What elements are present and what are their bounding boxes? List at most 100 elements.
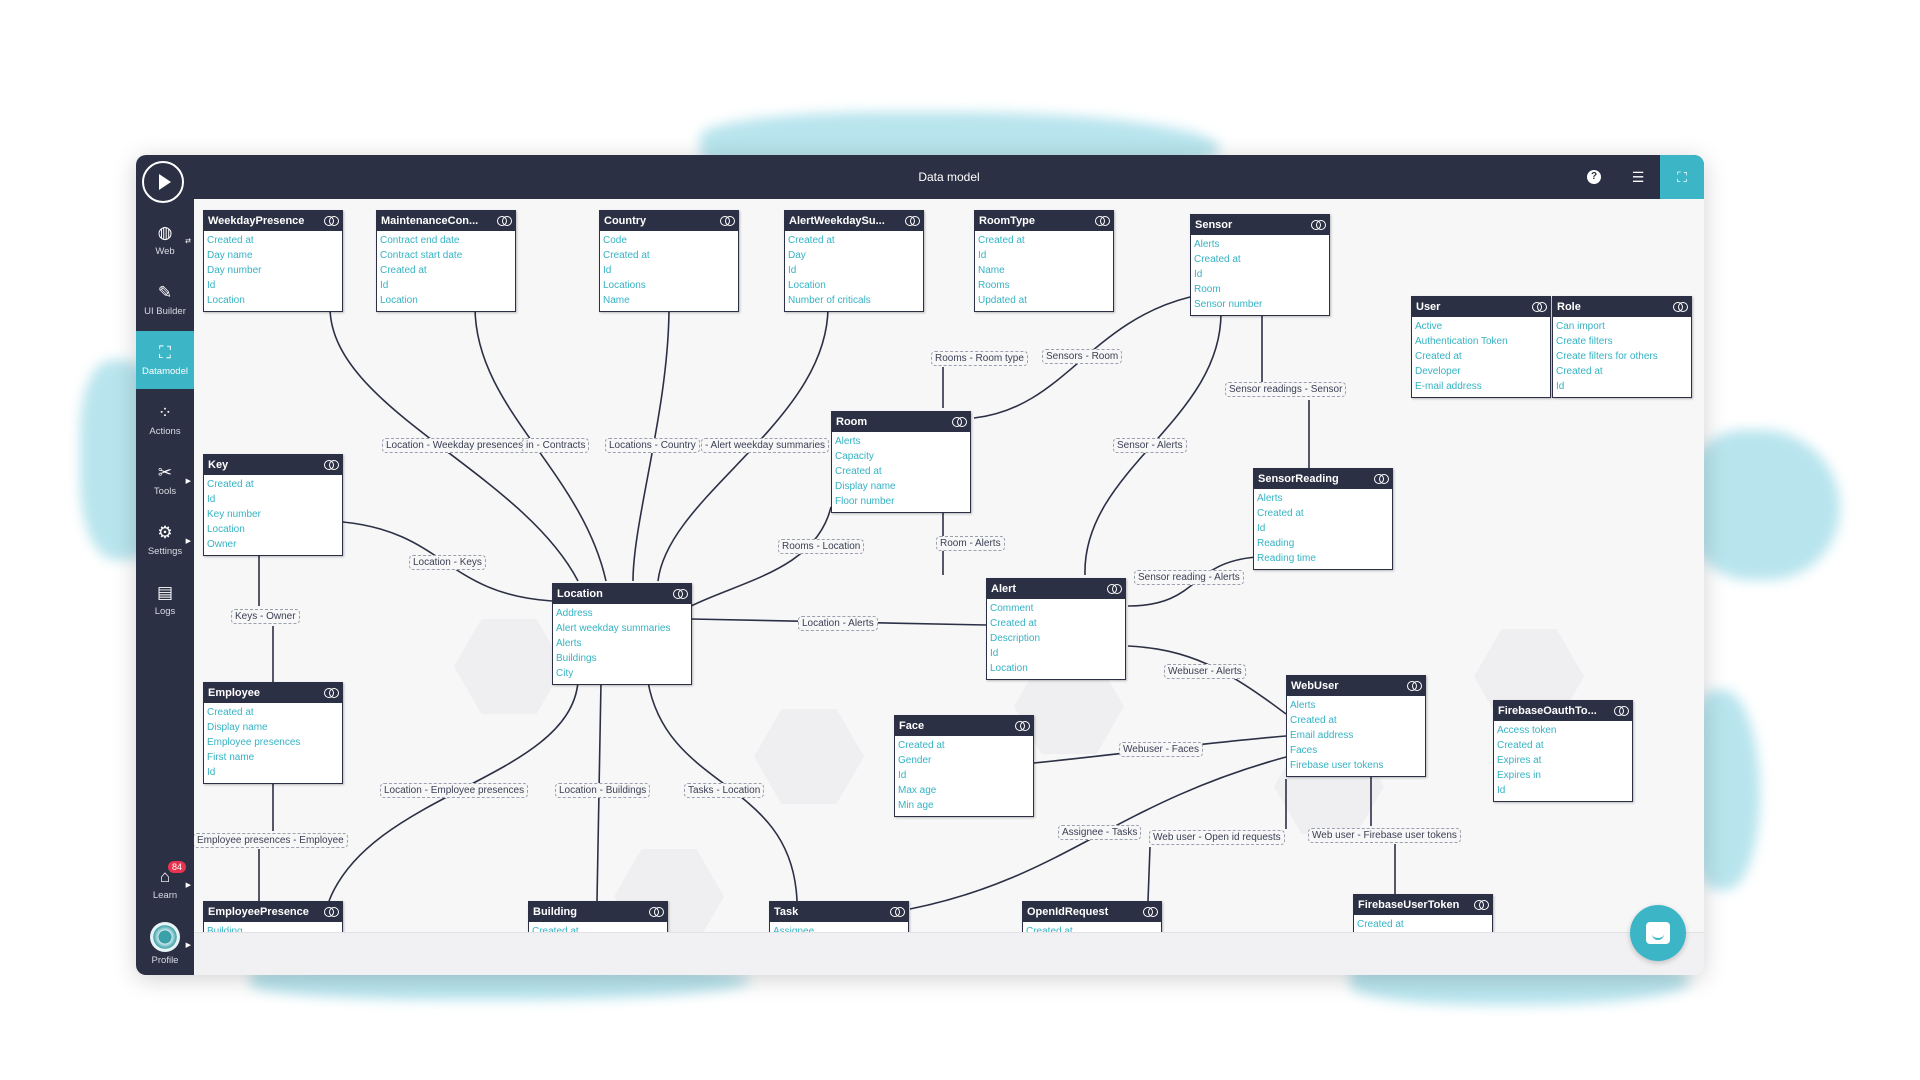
entity-header[interactable]: SensorReading [1254,469,1392,489]
entity-building[interactable]: Building Created at [528,901,668,933]
sidebar-item-tools[interactable]: ✂ Tools ▶ [136,451,194,509]
sidebar-item-profile[interactable]: Profile ▶ [136,915,194,973]
entity-header[interactable]: Location [553,584,691,604]
toggle-rings-icon[interactable] [1407,681,1422,691]
entity-field[interactable]: Authentication Token [1415,334,1547,349]
entity-field[interactable]: Id [1556,379,1688,394]
entity-field[interactable]: Description [990,631,1122,646]
entity-openidrequest[interactable]: OpenIdRequest Created at [1022,901,1162,933]
toggle-rings-icon[interactable] [1614,706,1629,716]
entity-field[interactable]: City [556,666,688,681]
toggle-rings-icon[interactable] [1095,216,1110,226]
toggle-rings-icon[interactable] [1015,721,1030,731]
entity-field[interactable]: Id [380,278,512,293]
toggle-rings-icon[interactable] [1532,302,1547,312]
entity-field[interactable]: Location [207,293,339,308]
entity-field[interactable]: Max age [898,783,1030,798]
entity-field[interactable]: Key number [207,507,339,522]
relation-label[interactable]: Webuser - Alerts [1164,664,1246,679]
toggle-rings-icon[interactable] [905,216,920,226]
entity-field[interactable]: Faces [1290,743,1422,758]
entity-field[interactable]: Name [978,263,1110,278]
entity-header[interactable]: WeekdayPresence [204,211,342,231]
entity-field[interactable]: Buildings [556,651,688,666]
relation-label[interactable]: Locations - Country [605,438,700,453]
list-view-button[interactable]: ☰ [1616,155,1660,199]
entity-field[interactable]: Alerts [1290,698,1422,713]
entity-field[interactable]: Owner [207,537,339,552]
entity-field[interactable]: Location [207,522,339,537]
sidebar-item-logs[interactable]: ▤ Logs [136,571,194,629]
entity-field[interactable]: Comment [990,601,1122,616]
toggle-rings-icon[interactable] [324,688,339,698]
entity-field[interactable]: Expires in [1497,768,1629,783]
relation-label[interactable]: Tasks - Location [684,783,765,798]
entity-field[interactable]: Alerts [1194,237,1326,252]
entity-field[interactable]: Alert weekday summaries [556,621,688,636]
entity-field[interactable]: Day number [207,263,339,278]
toggle-rings-icon[interactable] [952,417,967,427]
entity-field[interactable]: Created at [990,616,1122,631]
entity-maintenancecon[interactable]: MaintenanceCon... Contract end date Contra… [376,210,516,312]
entity-field[interactable]: Created at [1194,252,1326,267]
entity-field[interactable]: Capacity [835,449,967,464]
relation-label[interactable]: - Alert weekday summaries [701,438,830,453]
toggle-rings-icon[interactable] [649,907,664,917]
entity-field[interactable]: Room [1194,282,1326,297]
sidebar-item-ui-builder[interactable]: ✎ UI Builder [136,271,194,329]
entity-field[interactable]: Created at [788,233,920,248]
sidebar-item-learn[interactable]: 84 ⌂ Learn ▶ [136,855,194,913]
relation-label[interactable]: Location - Alerts [798,616,878,631]
toggle-rings-icon[interactable] [720,216,735,226]
relation-label[interactable]: in - Contracts [522,438,590,453]
entity-field[interactable]: Locations [603,278,735,293]
entity-field[interactable]: Created at [207,477,339,492]
entity-header[interactable]: Employee [204,683,342,703]
entity-field[interactable]: Alerts [835,434,967,449]
entity-field[interactable]: Created at [207,705,339,720]
entity-field[interactable]: Address [556,606,688,621]
entity-field[interactable]: Day name [207,248,339,263]
entity-header[interactable]: OpenIdRequest [1023,902,1161,922]
entity-sensor[interactable]: Sensor Alerts Created at Id Room Sensor numbe… [1190,214,1330,316]
relation-label[interactable]: Room - Alerts [936,536,1005,551]
entity-header[interactable]: Task [770,902,908,922]
entity-field[interactable]: Updated at [978,293,1110,308]
entity-header[interactable]: Face [895,716,1033,736]
entity-field[interactable]: Create filters [1556,334,1688,349]
play-button[interactable] [142,161,184,203]
entity-field[interactable]: Floor number [835,494,967,509]
relation-label[interactable]: Location - Weekday presences [382,438,528,453]
entity-field[interactable]: Contract start date [380,248,512,263]
entity-field[interactable]: Created at [1556,364,1688,379]
toggle-rings-icon[interactable] [497,216,512,226]
sidebar-item-datamodel[interactable]: ⛶ Datamodel [136,331,194,389]
entity-header[interactable]: FirebaseOauthTo... [1494,701,1632,721]
entity-field[interactable]: E-mail address [1415,379,1547,394]
entity-location[interactable]: Location Address Alert weekday summaries Al… [552,583,692,685]
entity-field[interactable]: Day [788,248,920,263]
entity-field[interactable]: Id [603,263,735,278]
entity-field[interactable]: Id [990,646,1122,661]
toggle-rings-icon[interactable] [673,589,688,599]
entity-alert[interactable]: Alert Comment Created at Description Id Locat… [986,578,1126,680]
entity-user[interactable]: User Active Authentication Token Created at… [1411,296,1551,398]
entity-header[interactable]: Alert [987,579,1125,599]
toggle-rings-icon[interactable] [1673,302,1688,312]
entity-field[interactable]: Alerts [556,636,688,651]
entity-field[interactable]: Created at [835,464,967,479]
help-button[interactable]: ? [1572,155,1616,199]
entity-field[interactable]: Gender [898,753,1030,768]
entity-employee[interactable]: Employee Created at Display name Employee p… [203,682,343,784]
entity-field[interactable]: Location [380,293,512,308]
entity-field[interactable]: Id [207,278,339,293]
entity-field[interactable]: Created at [978,233,1110,248]
entity-field[interactable]: Display name [835,479,967,494]
entity-field[interactable]: Sensor number [1194,297,1326,312]
relation-label[interactable]: Webuser - Faces [1119,742,1203,757]
relation-label[interactable]: Sensor reading - Alerts [1134,570,1244,585]
entity-field[interactable]: Reading [1257,536,1389,551]
entity-header[interactable]: Key [204,455,342,475]
entity-header[interactable]: FirebaseUserToken [1354,895,1492,915]
relation-label[interactable]: Employee presences - Employee [194,833,348,848]
